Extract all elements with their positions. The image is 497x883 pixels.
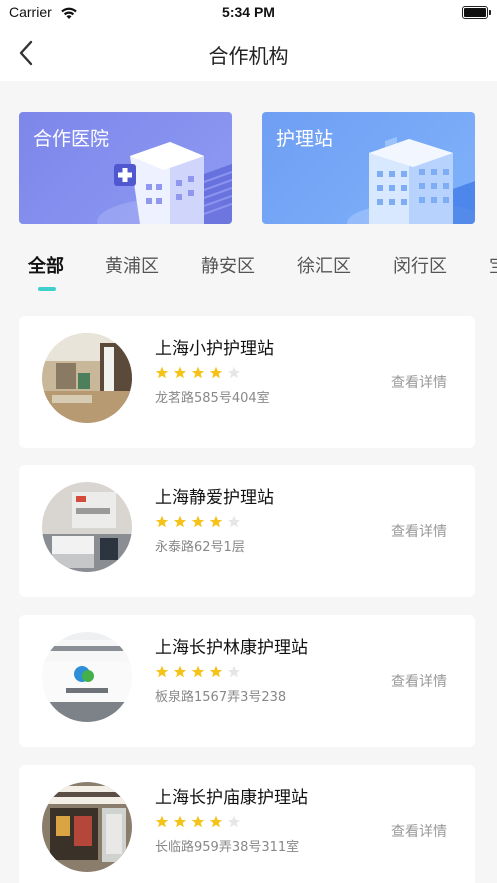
star-filled-icon <box>209 515 223 528</box>
station-name: 上海静爱护理站 <box>155 488 274 508</box>
hospital-building-icon <box>97 142 232 224</box>
building-icon <box>347 137 475 224</box>
tab-all[interactable]: 全部 <box>28 252 64 278</box>
banner-label: 护理站 <box>276 128 334 150</box>
star-filled-icon <box>191 515 205 528</box>
battery-icon <box>462 6 491 19</box>
star-filled-icon <box>155 815 169 828</box>
partner-hospital-banner[interactable]: 合作医院 <box>19 112 232 224</box>
star-filled-icon <box>155 515 169 528</box>
status-time: 5:34 PM <box>222 4 275 20</box>
star-filled-icon <box>209 366 223 379</box>
station-photo <box>42 482 132 572</box>
star-filled-icon <box>191 665 205 678</box>
tab-baoshan[interactable]: 宝山区 <box>489 252 497 278</box>
district-tabs: 全部 黄浦区 静安区 徐汇区 闵行区 宝山区 <box>0 244 497 294</box>
active-tab-indicator <box>38 287 56 291</box>
station-address: 龙茗路585号404室 <box>155 391 270 406</box>
rating-stars <box>155 815 245 829</box>
station-photo <box>42 782 132 872</box>
station-card[interactable]: 上海长护庙康护理站 长临路959弄38号311室 查看详情 <box>19 765 475 883</box>
view-details-button[interactable]: 查看详情 <box>391 372 447 392</box>
station-name: 上海小护护理站 <box>155 339 274 359</box>
page-title: 合作机构 <box>208 44 289 68</box>
star-filled-icon <box>173 515 187 528</box>
rating-stars <box>155 366 245 380</box>
star-filled-icon <box>191 366 205 379</box>
tab-jingan[interactable]: 静安区 <box>201 252 255 278</box>
star-filled-icon <box>173 665 187 678</box>
star-filled-icon <box>191 815 205 828</box>
view-details-button[interactable]: 查看详情 <box>391 521 447 541</box>
star-empty-icon <box>227 815 241 828</box>
view-details-button[interactable]: 查看详情 <box>391 821 447 841</box>
navigation-bar: 合作机构 <box>0 26 497 81</box>
star-empty-icon <box>227 665 241 678</box>
star-filled-icon <box>155 366 169 379</box>
station-card[interactable]: 上海静爱护理站 永泰路62号1层 查看详情 <box>19 465 475 597</box>
station-address: 永泰路62号1层 <box>155 540 245 555</box>
star-filled-icon <box>155 665 169 678</box>
tab-minhang[interactable]: 闵行区 <box>393 252 447 278</box>
station-photo <box>42 333 132 423</box>
star-filled-icon <box>209 665 223 678</box>
station-name: 上海长护庙康护理站 <box>155 788 308 808</box>
star-filled-icon <box>209 815 223 828</box>
rating-stars <box>155 665 245 679</box>
status-bar: Carrier 5:34 PM <box>0 0 497 26</box>
star-filled-icon <box>173 815 187 828</box>
station-card[interactable]: 上海小护护理站 龙茗路585号404室 查看详情 <box>19 316 475 448</box>
star-filled-icon <box>173 366 187 379</box>
star-empty-icon <box>227 366 241 379</box>
tab-xuhui[interactable]: 徐汇区 <box>297 252 351 278</box>
nursing-station-banner[interactable]: 护理站 <box>262 112 475 224</box>
station-photo <box>42 632 132 722</box>
station-address: 长临路959弄38号311室 <box>155 840 300 855</box>
station-name: 上海长护林康护理站 <box>155 638 308 658</box>
station-address: 板泉路1567弄3号238 <box>155 690 287 705</box>
star-empty-icon <box>227 515 241 528</box>
view-details-button[interactable]: 查看详情 <box>391 671 447 691</box>
station-card[interactable]: 上海长护林康护理站 板泉路1567弄3号238 查看详情 <box>19 615 475 747</box>
rating-stars <box>155 515 245 529</box>
tab-huangpu[interactable]: 黄浦区 <box>105 252 159 278</box>
